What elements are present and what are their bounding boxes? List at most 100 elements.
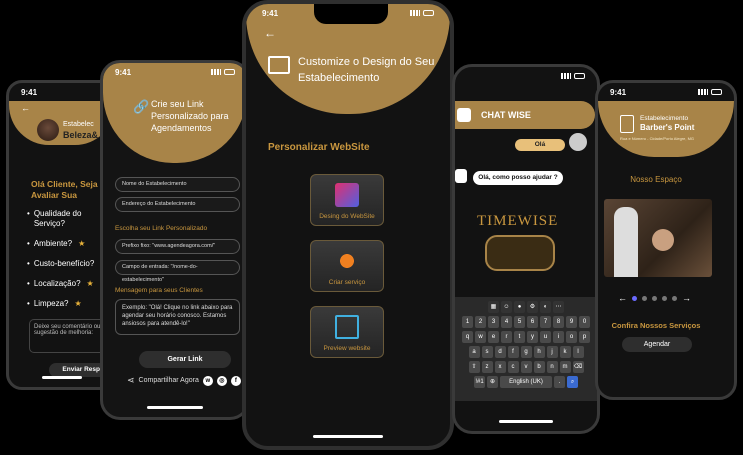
star-icon[interactable]: ★ [78, 239, 85, 249]
book-button[interactable]: Agendar [622, 337, 692, 352]
key[interactable]: j [546, 346, 558, 358]
battery-icon [224, 69, 235, 75]
signal-icon [410, 10, 420, 16]
status-bar: 9:41 [598, 83, 734, 101]
key[interactable]: n [546, 361, 558, 373]
key[interactable]: 4 [501, 316, 512, 328]
fist-logo-icon [485, 235, 555, 271]
key[interactable]: 3 [488, 316, 499, 328]
home-indicator [42, 376, 82, 379]
key[interactable]: b [533, 361, 545, 373]
key[interactable]: t [514, 331, 525, 343]
key[interactable]: r [501, 331, 512, 343]
preview-icon [335, 315, 359, 339]
key[interactable]: h [533, 346, 545, 358]
star-icon[interactable]: ★ [87, 279, 94, 289]
search-icon[interactable]: ⌕ [567, 376, 578, 388]
services-heading: Confira Nossos Serviços [611, 321, 701, 330]
carousel-dot[interactable] [632, 295, 637, 301]
key[interactable]: f [507, 346, 519, 358]
prefix-field[interactable]: Prefixo fixo: "www.agendeagora.com/" [115, 239, 240, 254]
palette-icon[interactable]: ◐ [540, 301, 551, 313]
star-icon[interactable]: ★ [75, 299, 82, 309]
barber-figure [614, 207, 638, 277]
share-label: Compartilhar Agora [138, 377, 199, 384]
key[interactable]: q [462, 331, 473, 343]
status-time: 9:41 [21, 87, 38, 97]
key[interactable]: 6 [527, 316, 538, 328]
establishment-name: Beleza& [63, 130, 99, 140]
carousel-dot[interactable] [672, 295, 677, 301]
share-icon[interactable]: ⋖ [127, 375, 135, 386]
key[interactable]: m [559, 361, 571, 373]
home-indicator [147, 406, 203, 409]
key[interactable]: 5 [514, 316, 525, 328]
carousel-dot[interactable] [642, 295, 647, 301]
key[interactable]: z [481, 361, 493, 373]
period-key[interactable]: . [554, 376, 565, 388]
establishment-name-field[interactable]: Nome do Estabelecimento [115, 177, 240, 192]
key[interactable]: k [559, 346, 571, 358]
key[interactable]: l [572, 346, 584, 358]
symbols-key[interactable]: !#1 [474, 376, 485, 388]
key[interactable]: x [494, 361, 506, 373]
smiley-icon[interactable]: ☺ [501, 301, 512, 313]
more-icon[interactable]: ⋯ [553, 301, 564, 313]
backspace-icon[interactable]: ⌫ [572, 361, 584, 373]
key[interactable]: p [579, 331, 590, 343]
link-section-label: Escolha seu Link Personalizado [115, 225, 208, 232]
globe-icon[interactable]: ⊕ [487, 376, 498, 388]
carousel-dot[interactable] [652, 295, 657, 301]
key[interactable]: y [527, 331, 538, 343]
entry-field[interactable]: Campo de entrada: "/nome-do-estabelecime… [115, 260, 240, 283]
message-field[interactable]: Exemplo: "Olá! Clique no link abaixo par… [115, 299, 240, 335]
generate-link-button[interactable]: Gerar Link [139, 351, 231, 368]
back-arrow-icon[interactable]: ← [264, 26, 276, 40]
create-service-button[interactable]: Criar serviço [310, 240, 384, 292]
brand-logo: TIMEWISE [477, 213, 559, 229]
carousel-dot[interactable] [662, 295, 667, 301]
establishment-address-field[interactable]: Endereço do Estabelecimento [115, 197, 240, 212]
option-label: Criar serviço [328, 279, 366, 286]
settings-icon[interactable]: ⚙ [527, 301, 538, 313]
address-text: Rua e Número - Cidade/Porto Alegre, MG [620, 136, 695, 141]
key[interactable]: w [475, 331, 486, 343]
key[interactable]: d [494, 346, 506, 358]
back-arrow-icon[interactable]: ← [21, 103, 30, 113]
key[interactable]: u [540, 331, 551, 343]
arrow-left-icon[interactable]: ← [618, 293, 627, 303]
key[interactable]: v [520, 361, 532, 373]
key[interactable]: s [481, 346, 493, 358]
mic-icon[interactable]: ● [514, 301, 525, 313]
key[interactable]: c [507, 361, 519, 373]
key[interactable]: g [520, 346, 532, 358]
battery-icon [711, 89, 722, 95]
key[interactable]: e [488, 331, 499, 343]
facebook-icon[interactable]: f [230, 375, 241, 386]
key[interactable]: a [468, 346, 480, 358]
shift-icon[interactable]: ⇧ [468, 361, 480, 373]
status-bar: 9:41 [103, 63, 247, 81]
key[interactable]: 0 [579, 316, 590, 328]
key[interactable]: 9 [566, 316, 577, 328]
key[interactable]: 8 [553, 316, 564, 328]
phone-customize: 9:41 ← Customize o Design do Seu Estabel… [242, 0, 454, 450]
instagram-icon[interactable]: ◎ [216, 375, 227, 386]
arrow-right-icon[interactable]: → [682, 293, 691, 303]
space-key[interactable]: English (UK) [500, 376, 552, 388]
keyboard-row: 1234567890 [455, 316, 597, 328]
key[interactable]: i [553, 331, 564, 343]
question-label: Localização? [33, 279, 81, 288]
key[interactable]: 1 [462, 316, 473, 328]
grid-icon[interactable]: ▦ [488, 301, 499, 313]
key[interactable]: 7 [540, 316, 551, 328]
keyboard-row: qwertyuiop [455, 331, 597, 343]
key[interactable]: o [566, 331, 577, 343]
preview-website-button[interactable]: Preview website [310, 306, 384, 358]
keyboard: ▦ ☺ ● ⚙ ◐ ⋯ 1234567890 qwertyuiop asdfgh… [455, 297, 597, 401]
whatsapp-icon[interactable]: w [202, 375, 213, 386]
key[interactable]: 2 [475, 316, 486, 328]
website-design-button[interactable]: Desing do WebSite [310, 174, 384, 226]
establishment-name: Barber's Point [640, 123, 695, 132]
barber-logo-icon [620, 115, 634, 133]
